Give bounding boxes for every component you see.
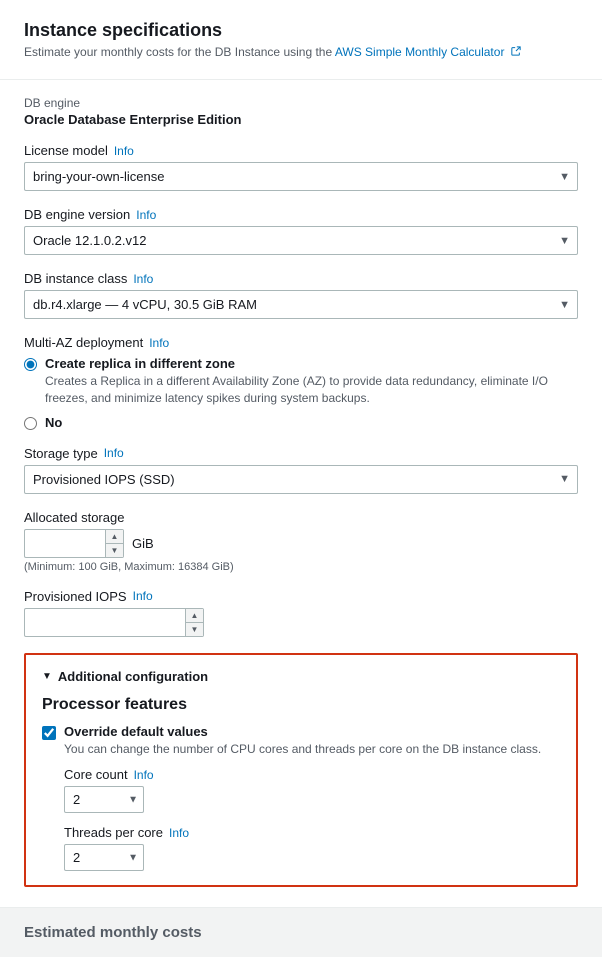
core-count-label-row: Core count Info [64,767,560,782]
override-default-description: You can change the number of CPU cores a… [64,741,541,758]
license-model-label: License model [24,143,108,158]
core-count-info[interactable]: Info [134,768,154,782]
additional-config-header[interactable]: ▼ Additional configuration [42,669,560,684]
threads-per-core-label: Threads per core [64,825,163,840]
threads-per-core-field: Threads per core Info 1 2 ▼ [64,825,560,871]
db-engine-label: DB engine [24,96,578,110]
processor-sub-fields: Core count Info 1 2 4 8 ▼ Threads per co… [64,767,560,871]
db-engine-value: Oracle Database Enterprise Edition [24,112,578,127]
threads-per-core-label-row: Threads per core Info [64,825,560,840]
multi-az-label-row: Multi-AZ deployment Info [24,335,578,350]
page-header: Instance specifications Estimate your mo… [24,20,578,59]
license-model-info[interactable]: Info [114,144,134,158]
additional-config-title: Additional configuration [58,669,208,684]
additional-config-section: ▼ Additional configuration Processor fea… [24,653,578,888]
multi-az-replica-description: Creates a Replica in a different Availab… [45,373,578,407]
allocated-storage-helper: (Minimum: 100 GiB, Maximum: 16384 GiB) [24,561,578,573]
allocated-storage-stepper-buttons: ▲ ▼ [105,530,123,557]
multi-az-replica-label[interactable]: Create replica in different zone [45,356,235,371]
db-engine-version-select-wrapper: Oracle 12.1.0.2.v12Oracle 12.1.0.2.v11Or… [24,226,578,255]
db-engine-version-info[interactable]: Info [136,208,156,222]
multi-az-info[interactable]: Info [149,336,169,350]
multi-az-radio-group: Create replica in different zone Creates… [24,356,578,430]
threads-per-core-select[interactable]: 1 2 [64,844,144,871]
storage-type-group: Storage type Info Provisioned IOPS (SSD)… [24,446,578,494]
threads-per-core-info[interactable]: Info [169,826,189,840]
calculator-link[interactable]: AWS Simple Monthly Calculator [335,45,505,59]
multi-az-no-label[interactable]: No [45,415,62,430]
db-instance-class-info[interactable]: Info [133,272,153,286]
estimated-monthly-costs-section: Estimated monthly costs [0,907,602,957]
estimated-monthly-costs-title: Estimated monthly costs [24,924,578,941]
allocated-storage-group: Allocated storage 100 ▲ ▼ GiB (Minimum: … [24,510,578,573]
override-default-checkbox[interactable] [42,726,56,740]
provisioned-iops-info[interactable]: Info [133,589,153,603]
multi-az-label: Multi-AZ deployment [24,335,143,350]
storage-type-label-row: Storage type Info [24,446,578,461]
allocated-storage-increment[interactable]: ▲ [105,530,123,544]
license-model-select[interactable]: bring-your-own-licenselicense-included [24,162,578,191]
db-instance-class-label: DB instance class [24,271,127,286]
override-default-label[interactable]: Override default values [64,724,208,739]
multi-az-no-option: No [24,415,578,430]
allocated-storage-stepper: 100 ▲ ▼ [24,529,124,558]
threads-per-core-select-wrapper: 1 2 ▼ [64,844,144,871]
storage-type-select-wrapper: Provisioned IOPS (SSD)General Purpose (S… [24,465,578,494]
storage-type-select[interactable]: Provisioned IOPS (SSD)General Purpose (S… [24,465,578,494]
provisioned-iops-increment[interactable]: ▲ [185,609,203,623]
multi-az-group: Multi-AZ deployment Info Create replica … [24,335,578,430]
license-model-group: License model Info bring-your-own-licens… [24,143,578,191]
db-engine-version-label-row: DB engine version Info [24,207,578,222]
license-model-label-row: License model Info [24,143,578,158]
collapse-icon: ▼ [42,671,52,682]
db-engine-version-select[interactable]: Oracle 12.1.0.2.v12Oracle 12.1.0.2.v11Or… [24,226,578,255]
db-engine-version-group: DB engine version Info Oracle 12.1.0.2.v… [24,207,578,255]
override-checkbox-row: Override default values You can change t… [42,724,560,758]
storage-type-info[interactable]: Info [104,446,124,460]
provisioned-iops-group: Provisioned IOPS Info 1000 ▲ ▼ [24,589,578,637]
provisioned-iops-label: Provisioned IOPS [24,589,127,604]
db-engine-version-label: DB engine version [24,207,130,222]
db-instance-class-group: DB instance class Info db.r4.xlarge — 4 … [24,271,578,319]
page-container: Instance specifications Estimate your mo… [0,0,602,957]
provisioned-iops-input[interactable]: 1000 [24,608,204,637]
allocated-storage-unit: GiB [132,536,154,551]
provisioned-iops-stepper-buttons: ▲ ▼ [185,609,203,636]
provisioned-iops-decrement[interactable]: ▼ [185,623,203,636]
storage-type-label: Storage type [24,446,98,461]
multi-az-replica-option: Create replica in different zone Creates… [24,356,578,407]
external-link-icon [511,46,521,56]
db-instance-class-select[interactable]: db.r4.xlarge — 4 vCPU, 30.5 GiB RAMdb.r4… [24,290,578,319]
core-count-select[interactable]: 1 2 4 8 [64,786,144,813]
multi-az-replica-radio[interactable] [24,358,37,371]
page-subtitle: Estimate your monthly costs for the DB I… [24,45,578,59]
provisioned-iops-label-row: Provisioned IOPS Info [24,589,578,604]
processor-features-title: Processor features [42,696,560,714]
allocated-storage-input-row: 100 ▲ ▼ GiB [24,529,578,558]
core-count-field: Core count Info 1 2 4 8 ▼ [64,767,560,813]
allocated-storage-decrement[interactable]: ▼ [105,544,123,557]
db-engine-group: DB engine Oracle Database Enterprise Edi… [24,96,578,127]
core-count-label: Core count [64,767,128,782]
db-instance-class-select-wrapper: db.r4.xlarge — 4 vCPU, 30.5 GiB RAMdb.r4… [24,290,578,319]
page-title: Instance specifications [24,20,578,41]
provisioned-iops-stepper: 1000 ▲ ▼ [24,608,204,637]
multi-az-no-radio[interactable] [24,417,37,430]
allocated-storage-label: Allocated storage [24,510,124,525]
db-instance-class-label-row: DB instance class Info [24,271,578,286]
core-count-select-wrapper: 1 2 4 8 ▼ [64,786,144,813]
divider [0,79,602,80]
allocated-storage-label-row: Allocated storage [24,510,578,525]
license-model-select-wrapper: bring-your-own-licenselicense-included ▼ [24,162,578,191]
